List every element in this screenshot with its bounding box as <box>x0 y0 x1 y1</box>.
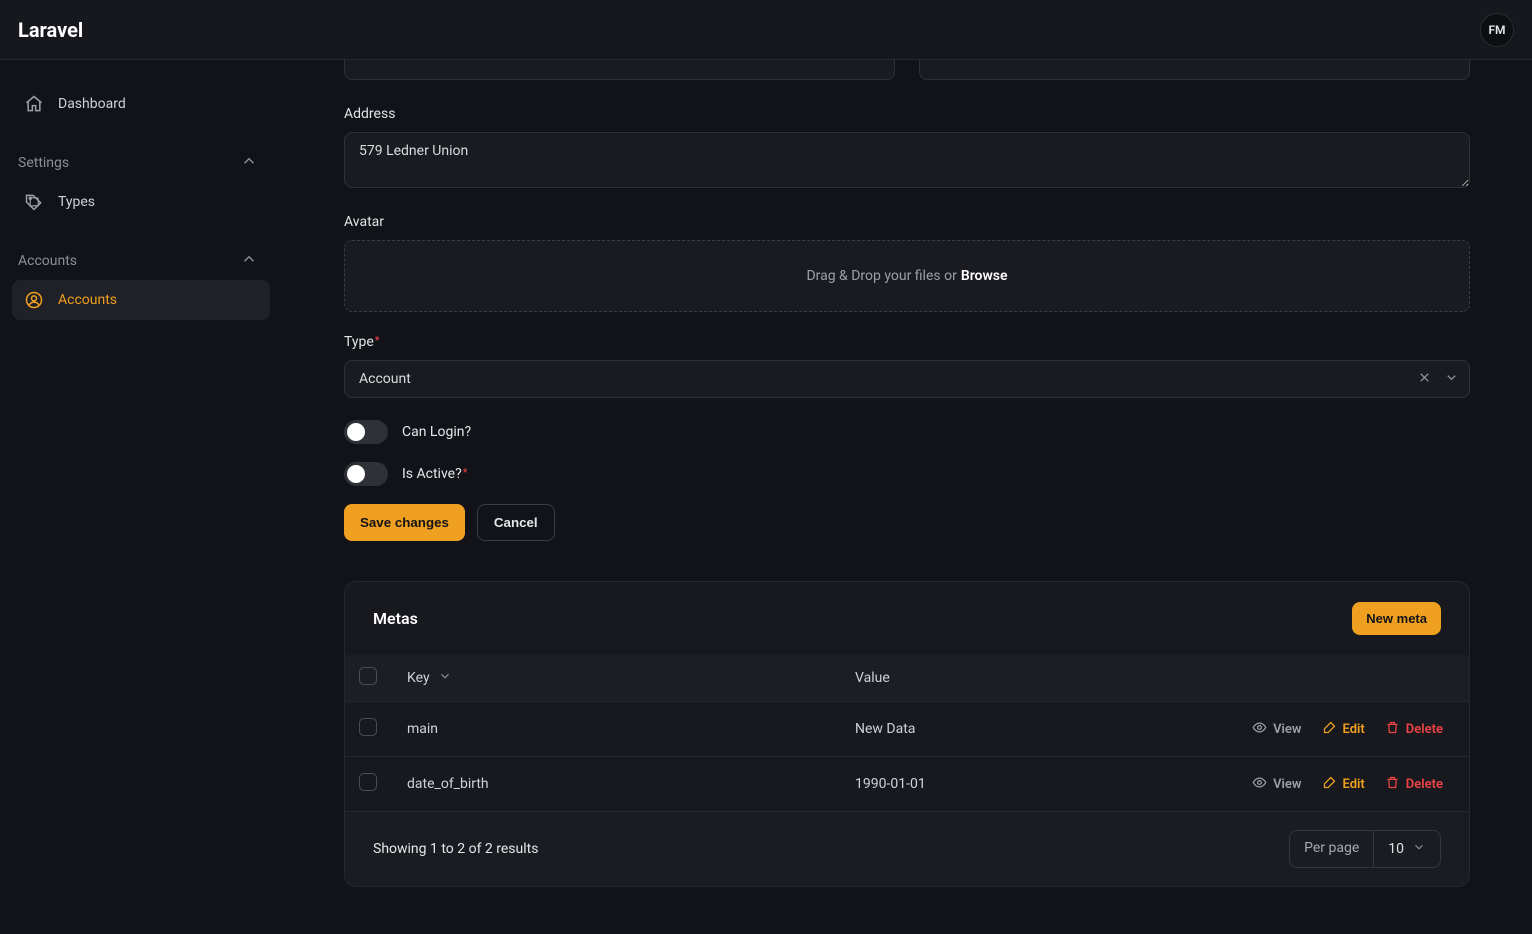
chevron-down-icon <box>1444 370 1459 389</box>
address-label: Address <box>344 106 1470 122</box>
results-summary: Showing 1 to 2 of 2 results <box>373 841 538 857</box>
column-key-label: Key <box>407 670 430 686</box>
type-label-text: Type <box>344 334 374 350</box>
table-row: main New Data View Edit Delete <box>345 701 1469 756</box>
pencil-icon <box>1322 720 1337 739</box>
select-all-checkbox[interactable] <box>359 667 377 685</box>
table-row: date_of_birth 1990-01-01 View Edit Delet… <box>345 756 1469 811</box>
delete-action-label: Delete <box>1406 722 1443 737</box>
dropzone-text: Drag & Drop your files or <box>806 268 956 284</box>
pencil-icon <box>1322 775 1337 794</box>
metas-card: Metas New meta Key Value main New Data V… <box>344 581 1470 887</box>
view-action[interactable]: View <box>1252 775 1301 794</box>
type-label: Type* <box>344 334 1470 350</box>
is-active-label-text: Is Active? <box>402 466 462 482</box>
sidebar-item-label: Accounts <box>58 292 117 308</box>
sidebar-item-label: Dashboard <box>58 96 126 112</box>
trash-icon <box>1385 775 1400 794</box>
eye-icon <box>1252 775 1267 794</box>
edit-action-label: Edit <box>1343 777 1365 792</box>
sidebar-item-accounts[interactable]: Accounts <box>12 280 270 320</box>
dropzone-browse-link[interactable]: Browse <box>961 268 1008 284</box>
cancel-button[interactable]: Cancel <box>477 504 555 541</box>
delete-action[interactable]: Delete <box>1385 720 1443 739</box>
avatar-label: Avatar <box>344 214 1470 230</box>
cell-key: date_of_birth <box>407 776 847 792</box>
phone-field[interactable] <box>919 60 1470 80</box>
sidebar-item-label: Types <box>58 194 95 210</box>
chevron-down-icon <box>1412 840 1426 858</box>
can-login-label: Can Login? <box>402 424 471 440</box>
app-brand: Laravel <box>18 18 83 42</box>
sidebar-item-types[interactable]: Types <box>12 182 270 222</box>
per-page-value: 10 <box>1388 841 1404 857</box>
sidebar-group-accounts[interactable]: Accounts <box>12 222 270 280</box>
eye-icon <box>1252 720 1267 739</box>
column-key[interactable]: Key <box>407 669 847 687</box>
view-action[interactable]: View <box>1252 720 1301 739</box>
user-circle-icon <box>24 290 44 310</box>
row-checkbox[interactable] <box>359 773 377 791</box>
required-asterisk: * <box>463 466 468 479</box>
edit-action-label: Edit <box>1343 722 1365 737</box>
per-page-label: Per page <box>1290 831 1374 867</box>
new-meta-button[interactable]: New meta <box>1352 602 1441 635</box>
clear-icon[interactable] <box>1417 370 1432 389</box>
avatar-dropzone[interactable]: Drag & Drop your files or Browse <box>344 240 1470 312</box>
delete-action-label: Delete <box>1406 777 1443 792</box>
is-active-toggle[interactable] <box>344 462 388 486</box>
delete-action[interactable]: Delete <box>1385 775 1443 794</box>
per-page-selector[interactable]: Per page 10 <box>1289 830 1441 868</box>
required-asterisk: * <box>375 334 380 347</box>
chevron-up-icon <box>240 250 258 272</box>
type-select-value: Account <box>359 371 411 387</box>
trash-icon <box>1385 720 1400 739</box>
main-content: Address Avatar Drag & Drop your files or… <box>282 60 1532 934</box>
sidebar-group-label: Accounts <box>18 253 77 269</box>
sidebar: Dashboard Settings Types Accounts Accoun… <box>0 60 282 934</box>
metas-title: Metas <box>373 609 418 628</box>
cell-value: 1990-01-01 <box>847 776 1155 792</box>
row-checkbox[interactable] <box>359 718 377 736</box>
edit-action[interactable]: Edit <box>1322 720 1365 739</box>
can-login-toggle[interactable] <box>344 420 388 444</box>
column-value: Value <box>847 670 1155 686</box>
metas-table-header: Key Value <box>345 655 1469 701</box>
address-input[interactable] <box>344 132 1470 188</box>
home-icon <box>24 94 44 114</box>
sidebar-item-dashboard[interactable]: Dashboard <box>12 84 270 124</box>
sidebar-group-settings[interactable]: Settings <box>12 124 270 182</box>
cell-key: main <box>407 721 847 737</box>
view-action-label: View <box>1273 722 1301 737</box>
user-avatar[interactable]: FM <box>1480 13 1514 47</box>
save-button[interactable]: Save changes <box>344 504 465 541</box>
view-action-label: View <box>1273 777 1301 792</box>
tag-icon <box>24 192 44 212</box>
cell-value: New Data <box>847 721 1155 737</box>
sidebar-group-label: Settings <box>18 155 69 171</box>
email-field[interactable] <box>344 60 895 80</box>
edit-action[interactable]: Edit <box>1322 775 1365 794</box>
chevron-up-icon <box>240 152 258 174</box>
chevron-down-icon <box>438 669 452 687</box>
type-select[interactable]: Account <box>344 360 1470 398</box>
is-active-label: Is Active?* <box>402 466 467 482</box>
